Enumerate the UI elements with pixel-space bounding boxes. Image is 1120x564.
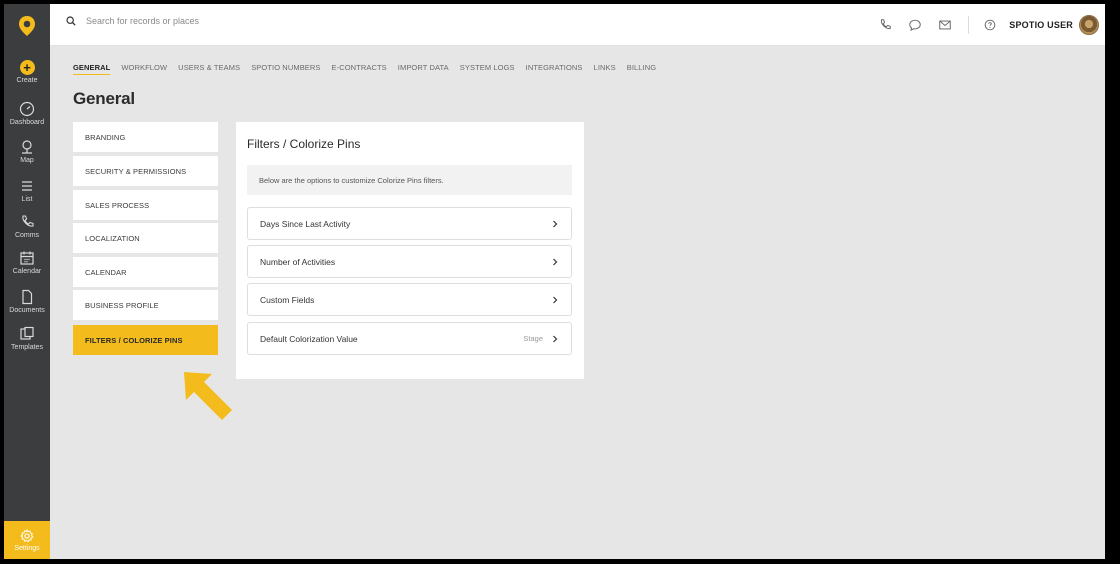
sidebar-item-label: Templates [11, 344, 43, 351]
sidebar-item-comms[interactable]: Comms [4, 214, 50, 240]
sidebar-item-label: Map [20, 157, 34, 164]
sidebar-item-calendar[interactable]: Calendar [4, 250, 50, 276]
tab-general[interactable]: GENERAL [73, 63, 111, 75]
menu-item-localization[interactable]: LOCALIZATION [73, 223, 218, 253]
option-label: Number of Activities [260, 256, 336, 267]
sidebar-item-label: Create [16, 77, 38, 84]
panel-title: Filters / Colorize Pins [247, 137, 361, 151]
filters-panel: Filters / Colorize Pins Below are the op… [236, 122, 584, 379]
menu-item-calendar[interactable]: CALENDAR [73, 257, 218, 287]
tab-links[interactable]: LINKS [594, 63, 616, 75]
menu-item-business-profile[interactable]: BUSINESS PROFILE [73, 290, 218, 320]
chevron-right-icon [553, 258, 558, 265]
option-label: Days Since Last Activity [260, 218, 351, 229]
sidebar-item-label: Settings [14, 544, 40, 552]
user-name[interactable]: SPOTIO USER [1009, 20, 1073, 30]
tab-e-contracts[interactable]: E-CONTRACTS [332, 63, 387, 75]
list-icon [22, 181, 32, 191]
menu-item-filters-colorize-pins[interactable]: FILTERS / COLORIZE PINS [73, 325, 218, 355]
panel-description: Below are the options to customize Color… [247, 165, 572, 195]
sidebar-item-map[interactable]: Map [4, 139, 50, 165]
sidebar-item-settings[interactable]: Settings [4, 521, 50, 559]
tab-billing[interactable]: BILLING [627, 63, 656, 75]
sidebar-item-label: List [21, 196, 33, 203]
sidebar-item-label: Comms [14, 232, 40, 239]
phone-icon[interactable] [878, 18, 892, 32]
sidebar-item-list[interactable]: List [4, 178, 50, 204]
map-pin-icon [22, 140, 32, 154]
app-window: + Create Dashboard Map List Comms Calend… [4, 4, 1105, 559]
settings-tabs: GENERAL WORKFLOW USERS & TEAMS SPOTIO NU… [73, 63, 667, 75]
tab-workflow[interactable]: WORKFLOW [121, 63, 167, 75]
top-actions: SPOTIO USER [878, 4, 1105, 46]
sidebar-item-create[interactable]: + Create [4, 60, 50, 85]
mail-icon[interactable] [938, 18, 952, 32]
document-icon [22, 289, 33, 305]
search-input[interactable]: Search for records or places [66, 16, 199, 26]
search-icon [66, 16, 76, 26]
phone-icon [22, 215, 34, 227]
panel-description-text: Below are the options to customize Color… [259, 175, 444, 185]
option-days-since-last-activity[interactable]: Days Since Last Activity [247, 207, 572, 240]
dashboard-icon [19, 101, 35, 117]
top-bar: Search for records or places SPOTIO USER [50, 4, 1105, 46]
plus-icon: + [19, 60, 35, 75]
gear-icon [20, 528, 34, 543]
toolbar-divider [968, 16, 970, 34]
sidebar-item-label: Dashboard [9, 119, 45, 126]
tab-integrations[interactable]: INTEGRATIONS [526, 63, 583, 75]
option-value: Stage [523, 334, 543, 343]
avatar[interactable] [1079, 15, 1099, 35]
menu-item-security-permissions[interactable]: SECURITY & PERMISSIONS [73, 156, 218, 186]
option-number-of-activities[interactable]: Number of Activities [247, 245, 572, 278]
sidebar-item-dashboard[interactable]: Dashboard [4, 101, 50, 127]
tab-system-logs[interactable]: SYSTEM LOGS [460, 63, 515, 75]
search-placeholder: Search for records or places [86, 16, 200, 26]
templates-icon [20, 326, 34, 340]
sidebar-item-label: Calendar [12, 268, 42, 275]
sidebar-item-documents[interactable]: Documents [4, 289, 50, 315]
option-custom-fields[interactable]: Custom Fields [247, 283, 572, 316]
sidebar: + Create Dashboard Map List Comms Calend… [4, 4, 50, 559]
option-default-colorization-value[interactable]: Default Colorization Value Stage [247, 322, 572, 355]
logo-pin-icon [19, 16, 35, 36]
tab-spotio-numbers[interactable]: SPOTIO NUMBERS [251, 63, 320, 75]
chevron-right-icon [553, 220, 558, 227]
help-icon[interactable] [983, 18, 997, 32]
spotio-logo[interactable] [4, 4, 50, 48]
page-title: General [73, 89, 135, 108]
sidebar-item-templates[interactable]: Templates [4, 326, 50, 352]
chevron-right-icon [553, 296, 558, 303]
option-label: Custom Fields [260, 294, 315, 305]
menu-item-branding[interactable]: BRANDING [73, 122, 218, 152]
option-label: Default Colorization Value [260, 333, 358, 344]
sidebar-item-label: Documents [9, 307, 45, 314]
annotation-arrow-icon [184, 372, 232, 420]
chevron-right-icon [553, 335, 558, 342]
chat-icon[interactable] [908, 18, 922, 32]
tab-users-teams[interactable]: USERS & TEAMS [178, 63, 240, 75]
tab-import-data[interactable]: IMPORT DATA [398, 63, 449, 75]
menu-item-sales-process[interactable]: SALES PROCESS [73, 190, 218, 220]
calendar-icon [20, 251, 34, 265]
